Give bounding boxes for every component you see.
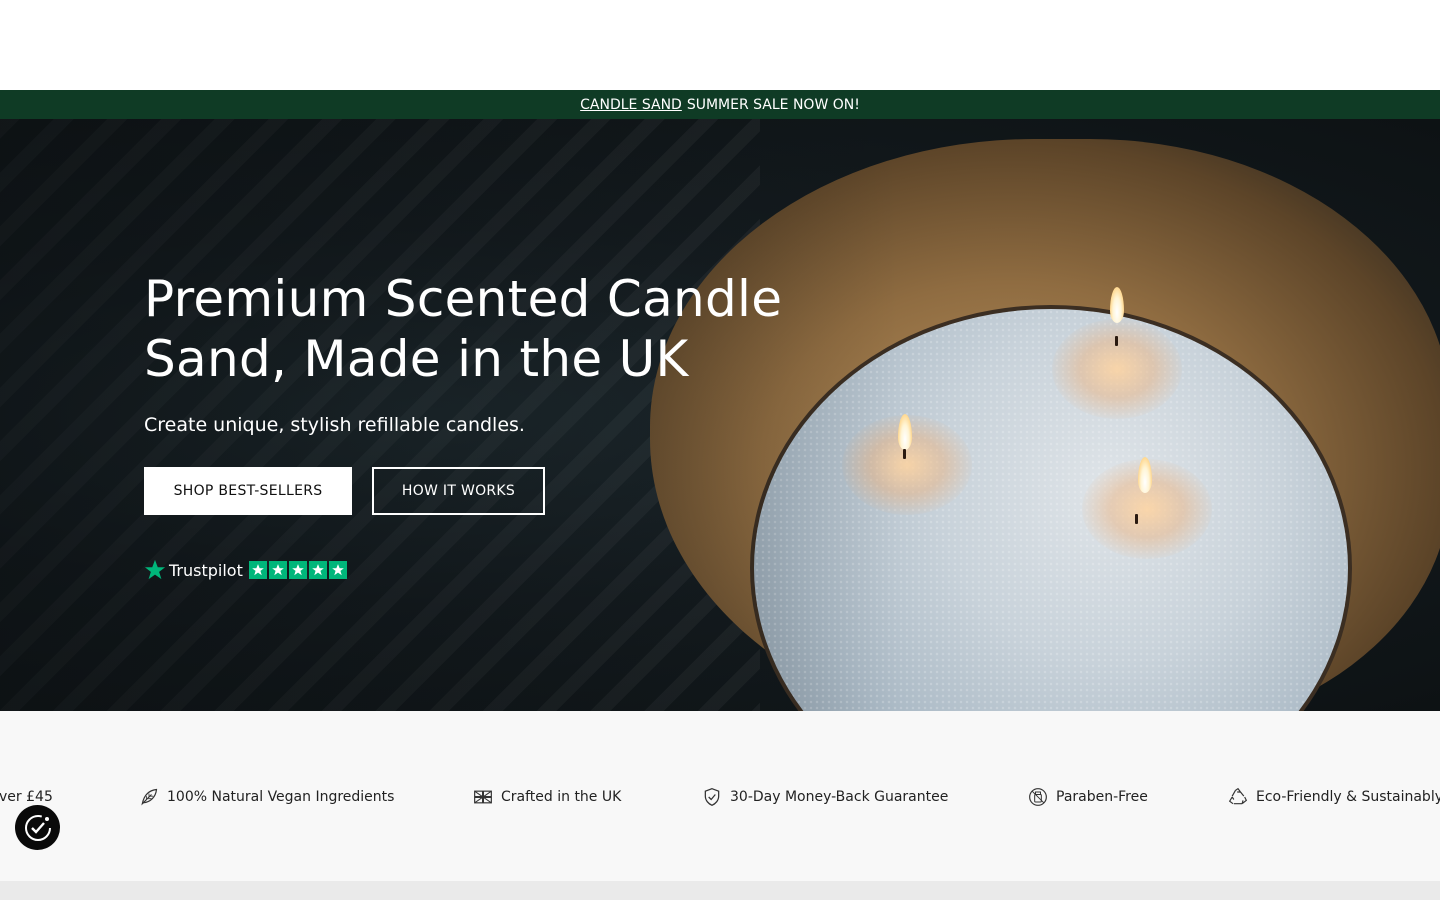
recycle-icon — [1228, 787, 1248, 805]
feature-item: Eco-Friendly & Sustainably — [1228, 785, 1440, 809]
feature-label: Crafted in the UK — [501, 789, 622, 805]
feature-item: 100% Natural Vegan Ingredients — [139, 785, 394, 809]
site-header — [0, 0, 1440, 90]
rating-star-icon — [308, 561, 327, 579]
hero-content: Premium Scented Candle Sand, Made in the… — [144, 269, 844, 515]
section-divider — [0, 881, 1440, 900]
feature-item: Paraben-Free — [1028, 785, 1148, 809]
uk-flag-icon — [474, 790, 492, 804]
trustpilot-label: Trustpilot — [169, 560, 243, 580]
feature-item: Crafted in the UK — [473, 785, 621, 809]
trustpilot-rating-stars — [248, 561, 347, 579]
feature-label: 100% Natural Vegan Ingredients — [167, 789, 395, 805]
accessibility-button[interactable] — [15, 805, 60, 850]
rating-star-icon — [248, 561, 267, 579]
shield-check-icon — [704, 787, 720, 807]
rating-star-icon — [328, 561, 347, 579]
feature-label: 30-Day Money-Back Guarantee — [730, 789, 949, 805]
how-it-works-button[interactable]: HOW IT WORKS — [372, 467, 545, 515]
paraben-free-icon — [1029, 788, 1047, 806]
hero-banner: Premium Scented Candle Sand, Made in the… — [0, 119, 1440, 711]
feature-label: Eco-Friendly & Sustainably — [1256, 789, 1440, 805]
shop-best-sellers-button[interactable]: SHOP BEST-SELLERS — [144, 467, 352, 515]
hero-subtitle: Create unique, stylish refillable candle… — [144, 414, 525, 436]
trustpilot-star-icon — [144, 559, 166, 580]
hero-title: Premium Scented Candle Sand, Made in the… — [144, 269, 844, 389]
hero-buttons: SHOP BEST-SELLERS HOW IT WORKS — [144, 467, 844, 515]
announcement-bar: CANDLE SAND SUMMER SALE NOW ON! — [0, 90, 1440, 119]
trustpilot-logo: Trustpilot — [144, 559, 243, 581]
leaf-icon — [141, 788, 158, 806]
rating-star-icon — [288, 561, 307, 579]
rating-star-icon — [268, 561, 287, 579]
accessibility-icon — [24, 814, 51, 841]
candle-glow — [1052, 319, 1182, 419]
announcement-text: SUMMER SALE NOW ON! — [686, 96, 860, 113]
trustpilot-widget[interactable]: Trustpilot — [144, 558, 347, 582]
features-strip: Over £45 100% Natural Vegan Ingredients … — [0, 711, 1440, 881]
hero-title-line1: Premium Scented Candle — [144, 270, 783, 328]
feature-item: 30-Day Money-Back Guarantee — [702, 785, 948, 809]
feature-label: Paraben-Free — [1056, 789, 1148, 805]
feature-label: Over £45 — [0, 789, 53, 805]
announcement-link[interactable]: CANDLE SAND — [580, 97, 682, 113]
hero-title-line2: Sand, Made in the UK — [144, 330, 689, 388]
